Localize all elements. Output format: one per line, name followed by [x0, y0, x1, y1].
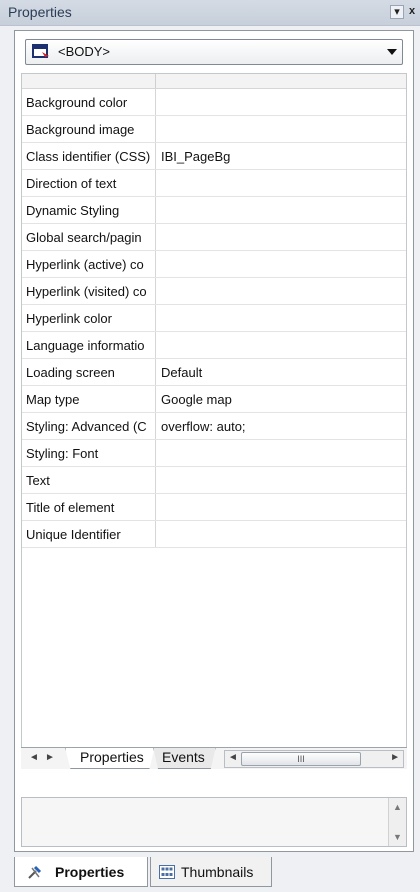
property-name: Unique Identifier [22, 521, 156, 547]
property-name: Title of element [22, 494, 156, 520]
bottom-tab-thumbnails[interactable]: Thumbnails [150, 857, 272, 887]
property-name: Styling: Advanced (C [22, 413, 156, 439]
description-pane: ▲ ▼ [21, 797, 407, 847]
property-value[interactable] [156, 251, 406, 277]
property-row[interactable]: Dynamic Styling [22, 197, 406, 224]
scroll-left-arrow-icon[interactable]: ◄ [228, 752, 238, 763]
property-row[interactable]: Unique Identifier [22, 521, 406, 548]
tab-scroll-left-icon[interactable]: ◄ [29, 752, 39, 763]
property-rows: Background color Background image Class id… [22, 89, 406, 575]
property-value[interactable] [156, 170, 406, 196]
property-name: Direction of text [22, 170, 156, 196]
property-value[interactable] [156, 332, 406, 358]
property-row[interactable]: Language informatio [22, 332, 406, 359]
property-value[interactable] [156, 467, 406, 493]
property-value[interactable]: Default [156, 359, 406, 385]
element-icon [32, 44, 49, 60]
property-grid: Background color Background image Class id… [21, 73, 407, 765]
property-row-empty [22, 548, 406, 575]
property-value[interactable] [156, 224, 406, 250]
property-row[interactable]: Styling: Font [22, 440, 406, 467]
property-row[interactable]: Text [22, 467, 406, 494]
chevron-down-icon[interactable] [386, 47, 398, 57]
property-name: Dynamic Styling [22, 197, 156, 223]
property-row[interactable]: Global search/pagin [22, 224, 406, 251]
property-value[interactable] [156, 440, 406, 466]
close-icon[interactable]: x [405, 5, 419, 19]
property-value[interactable] [156, 305, 406, 331]
property-name: Hyperlink color [22, 305, 156, 331]
element-selector-dropdown[interactable]: <BODY> [25, 39, 403, 65]
scroll-right-arrow-icon[interactable]: ► [390, 752, 400, 763]
tab-events[interactable]: Events [153, 748, 216, 769]
property-value[interactable]: Google map [156, 386, 406, 412]
tab-scroll-right-icon[interactable]: ► [45, 752, 55, 763]
property-name: Language informatio [22, 332, 156, 358]
property-value[interactable] [156, 116, 406, 142]
element-selector-value: <BODY> [58, 44, 111, 59]
vertical-scrollbar[interactable]: ▲ ▼ [388, 798, 406, 846]
property-value[interactable]: overflow: auto; [156, 413, 406, 439]
property-value[interactable]: IBI_PageBg [156, 143, 406, 169]
bottom-tab-thumbnails-label: Thumbnails [181, 864, 254, 880]
property-row[interactable]: Background image [22, 116, 406, 143]
property-name: Background color [22, 89, 156, 115]
property-row[interactable]: Hyperlink (active) co [22, 251, 406, 278]
horizontal-scrollbar[interactable]: ◄ III ► [224, 750, 404, 768]
property-row[interactable]: Styling: Advanced (C overflow: auto; [22, 413, 406, 440]
property-name: Background image [22, 116, 156, 142]
bottom-tab-properties-label: Properties [55, 864, 125, 880]
property-name: Global search/pagin [22, 224, 156, 250]
inner-tab-bar: ◄ ► Properties Events ◄ III ► [21, 747, 407, 769]
property-name: Hyperlink (active) co [22, 251, 156, 277]
property-row[interactable]: Title of element [22, 494, 406, 521]
property-name: Styling: Font [22, 440, 156, 466]
property-row[interactable]: Direction of text [22, 170, 406, 197]
property-grid-header [22, 74, 406, 89]
property-row[interactable]: Map type Google map [22, 386, 406, 413]
panel-title: Properties [8, 4, 72, 20]
property-value[interactable] [156, 89, 406, 115]
property-row[interactable]: Loading screen Default [22, 359, 406, 386]
property-row[interactable]: Background color [22, 89, 406, 116]
panel-titlebar: Properties ▾ x [0, 0, 420, 26]
property-name: Hyperlink (visited) co [22, 278, 156, 304]
property-value[interactable] [156, 494, 406, 520]
scroll-up-arrow-icon[interactable]: ▲ [393, 802, 402, 812]
scrollbar-thumb[interactable]: III [241, 752, 361, 766]
property-value[interactable] [156, 197, 406, 223]
property-row[interactable]: Class identifier (CSS) IBI_PageBg [22, 143, 406, 170]
scroll-down-arrow-icon[interactable]: ▼ [393, 832, 402, 842]
thumbnails-grid-icon [159, 865, 175, 879]
property-name: Text [22, 467, 156, 493]
property-name: Map type [22, 386, 156, 412]
properties-panel: <BODY> Background color Background image C… [14, 30, 414, 852]
property-row[interactable]: Hyperlink color [22, 305, 406, 332]
property-name: Loading screen [22, 359, 156, 385]
property-name: Class identifier (CSS) [22, 143, 156, 169]
properties-tools-icon [28, 865, 42, 879]
pin-dropdown-icon[interactable]: ▾ [390, 5, 404, 19]
bottom-tab-properties[interactable]: Properties [14, 857, 148, 887]
tab-properties[interactable]: Properties [65, 748, 155, 769]
property-value[interactable] [156, 521, 406, 547]
property-row[interactable]: Hyperlink (visited) co [22, 278, 406, 305]
property-value[interactable] [156, 278, 406, 304]
